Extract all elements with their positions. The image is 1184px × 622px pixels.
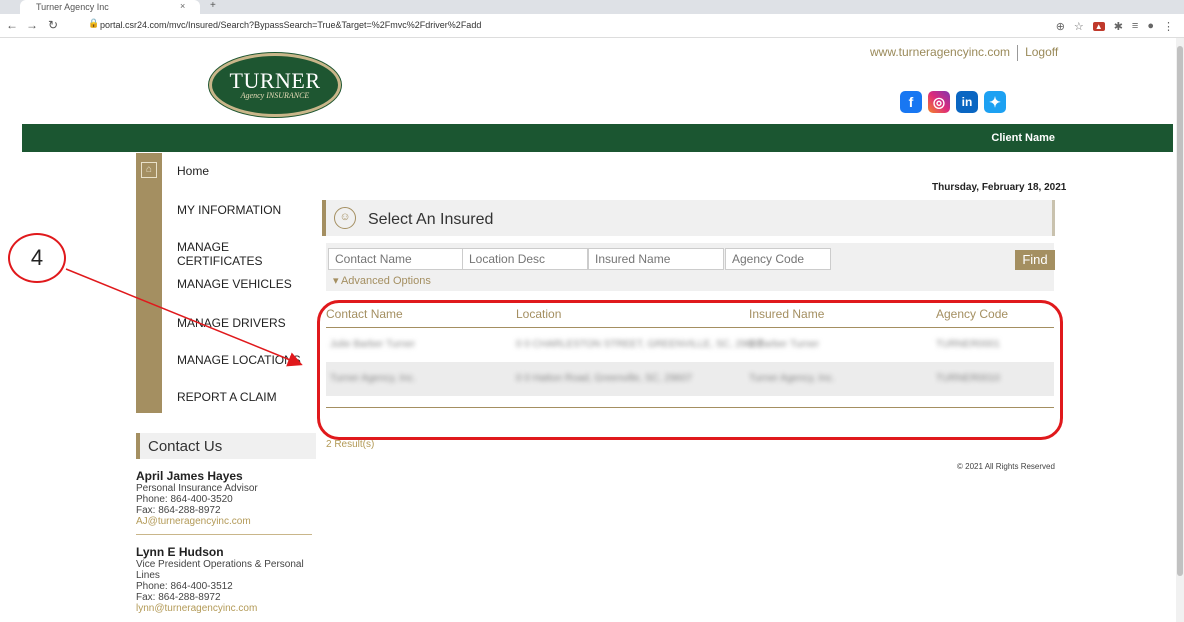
browser-toolbar-icons: ⊕ ☆ ▲ ✱ ≡ ● ⋮ xyxy=(1056,18,1174,34)
result-count: 2 Result(s) xyxy=(326,439,375,450)
contact-person: April James Hayes Personal Insurance Adv… xyxy=(136,469,316,527)
contact-email[interactable]: AJ@turneragencyinc.com xyxy=(136,516,316,527)
page-scrollbar[interactable] xyxy=(1176,38,1184,622)
contact-role: Vice President Operations & Personal Lin… xyxy=(136,559,304,581)
sidebar-item-manage-vehicles[interactable]: MANAGE VEHICLES xyxy=(177,277,292,291)
current-date: Thursday, February 18, 2021 xyxy=(932,182,1067,193)
top-links: www.turneragencyinc.com Logoff xyxy=(870,45,1058,61)
callout-number: 4 xyxy=(8,233,66,283)
lock-icon: 🔒 xyxy=(88,18,100,28)
client-name[interactable]: Client Name xyxy=(991,132,1055,144)
sidebar-item-report-a-claim[interactable]: REPORT A CLAIM xyxy=(177,390,277,404)
linkedin-icon[interactable]: in xyxy=(956,91,978,113)
scrollbar-thumb[interactable] xyxy=(1177,46,1183,576)
contact-fax: Fax: 864-288-8972 xyxy=(136,505,221,516)
highlight-box xyxy=(317,300,1063,440)
sidebar-item-manage-drivers[interactable]: MANAGE DRIVERS xyxy=(177,316,286,330)
reading-list-icon[interactable]: ≡ xyxy=(1132,20,1138,32)
forward-icon[interactable]: → xyxy=(26,18,38,32)
header-bar: Client Name xyxy=(22,124,1173,152)
contact-email[interactable]: lynn@turneragencyinc.com xyxy=(136,603,316,614)
copyright: © 2021 All Rights Reserved xyxy=(957,462,1055,471)
extension-pin-icon[interactable]: ✱ xyxy=(1114,20,1123,33)
close-tab-icon[interactable]: × xyxy=(180,1,185,11)
page-title: Select An Insured xyxy=(368,211,494,228)
contact-fax: Fax: 864-288-8972 xyxy=(136,592,221,603)
site-link[interactable]: www.turneragencyinc.com xyxy=(870,45,1010,59)
turner-logo[interactable]: TURNER Agency INSURANCE xyxy=(209,53,341,117)
browser-tab-title: Turner Agency Inc xyxy=(36,2,109,12)
contact-role: Personal Insurance Advisor xyxy=(136,483,258,494)
home-icon[interactable]: ⌂ xyxy=(141,162,157,178)
social-links: f ◎ in ✦ xyxy=(900,91,1006,113)
zoom-icon[interactable]: ⊕ xyxy=(1056,20,1065,33)
link-separator xyxy=(1017,45,1019,61)
profile-icon[interactable]: ● xyxy=(1147,20,1154,32)
advanced-options-toggle[interactable]: ▾ Advanced Options xyxy=(333,274,431,287)
contact-phone: Phone: 864-400-3512 xyxy=(136,581,233,592)
instagram-icon[interactable]: ◎ xyxy=(928,91,950,113)
browser-tab[interactable]: Turner Agency Inc xyxy=(20,0,200,14)
contact-us-section: Contact Us April James Hayes Personal In… xyxy=(136,433,316,614)
logoff-link[interactable]: Logoff xyxy=(1025,45,1058,59)
sidebar-item-home[interactable]: Home xyxy=(177,164,209,178)
facebook-icon[interactable]: f xyxy=(900,91,922,113)
contact-us-title: Contact Us xyxy=(136,433,316,459)
contact-person: Lynn E Hudson Vice President Operations … xyxy=(136,545,316,614)
people-icon: ☺ xyxy=(334,207,356,229)
twitter-icon[interactable]: ✦ xyxy=(984,91,1006,113)
contact-phone: Phone: 864-400-3520 xyxy=(136,494,233,505)
select-insured-header: ☺ Select An Insured xyxy=(322,200,1055,236)
url-input[interactable]: 🔒 portal.csr24.com/mvc/Insured/Search?By… xyxy=(88,18,1118,34)
location-desc-field[interactable] xyxy=(462,248,588,270)
url-text: portal.csr24.com/mvc/Insured/Search?Bypa… xyxy=(100,20,482,30)
address-bar: ← → ↻ 🔒 portal.csr24.com/mvc/Insured/Sea… xyxy=(0,14,1184,38)
sidebar-item-manage-locations[interactable]: MANAGE LOCATIONS xyxy=(177,353,301,367)
bookmark-star-icon[interactable]: ☆ xyxy=(1074,20,1084,33)
menu-icon[interactable]: ⋮ xyxy=(1163,20,1174,33)
sidebar-item-my-information[interactable]: MY INFORMATION xyxy=(177,203,281,217)
contact-name: Lynn E Hudson xyxy=(136,545,224,559)
pdf-extension-icon[interactable]: ▲ xyxy=(1092,21,1105,31)
contact-name-field[interactable] xyxy=(328,248,464,270)
sidebar-item-manage-certificates[interactable]: MANAGE CERTIFICATES xyxy=(177,240,317,268)
back-icon[interactable]: ← xyxy=(6,18,18,32)
contact-name: April James Hayes xyxy=(136,469,243,483)
insured-name-field[interactable] xyxy=(588,248,724,270)
new-tab-icon[interactable]: + xyxy=(210,0,216,11)
contact-divider xyxy=(136,534,312,535)
find-button[interactable]: Find xyxy=(1015,250,1055,270)
search-form: Find ▾ Advanced Options xyxy=(326,243,1055,291)
reload-icon[interactable]: ↻ xyxy=(48,18,58,32)
agency-code-field[interactable] xyxy=(725,248,831,270)
sidebar-strip: ⌂ xyxy=(136,153,162,413)
browser-tabstrip: Turner Agency Inc × + xyxy=(0,0,1184,14)
sidebar-menu: Home MY INFORMATION MANAGE CERTIFICATES … xyxy=(162,153,317,413)
